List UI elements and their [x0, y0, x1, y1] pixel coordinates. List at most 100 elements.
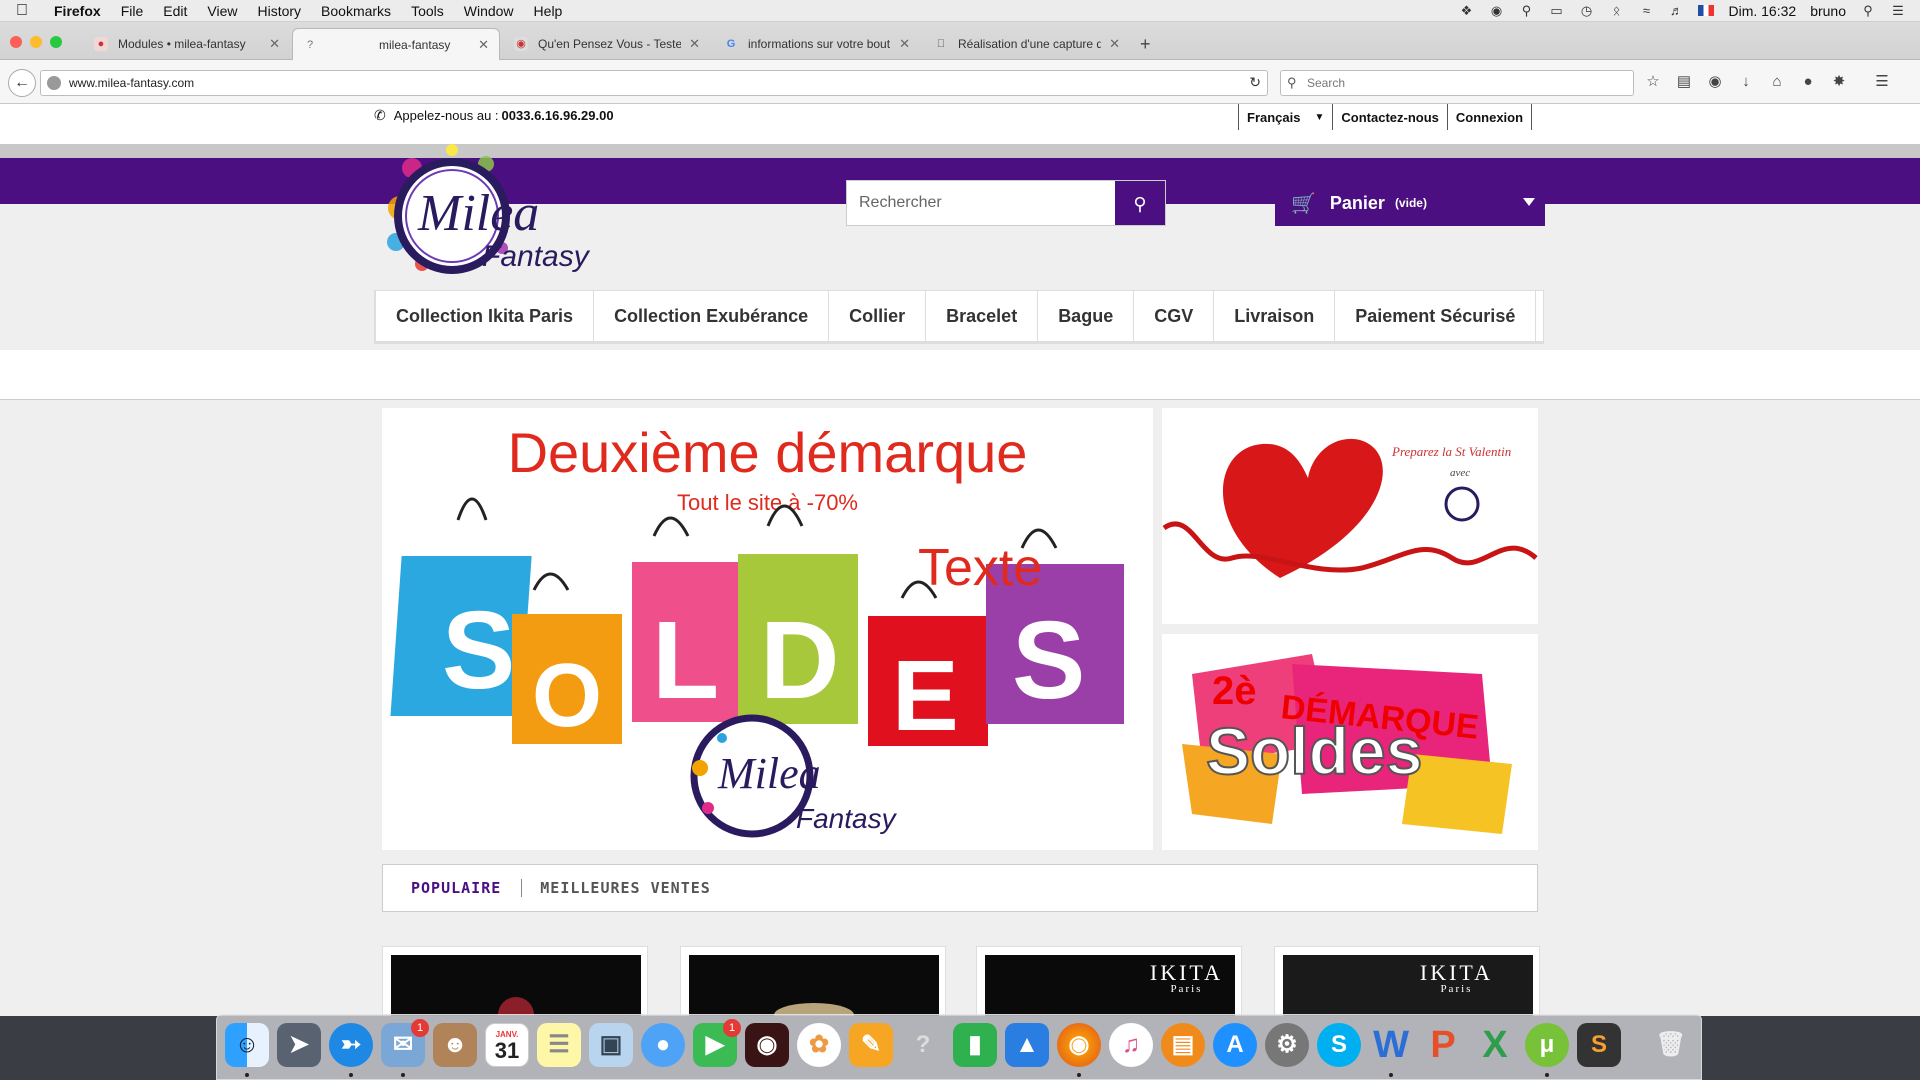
second-markdown-banner[interactable]: 2è DÉMARQUE Soldes [1162, 634, 1538, 850]
url-bar[interactable]: www.milea-fantasy.com ↻ [40, 70, 1268, 96]
menu-history[interactable]: History [247, 3, 311, 19]
pocket-icon[interactable]: ◉ [1706, 72, 1724, 92]
system-preferences-icon[interactable]: ⚙ [1265, 1023, 1309, 1067]
close-tab-icon[interactable]: ✕ [269, 36, 280, 52]
browser-search-input[interactable]: ⚲ Search [1280, 70, 1634, 96]
trash-icon[interactable]: 🗑 [1649, 1023, 1693, 1067]
menu-bookmarks[interactable]: Bookmarks [311, 3, 401, 19]
valentine-banner[interactable]: Preparez la St Valentin avec [1162, 408, 1538, 624]
language-selector[interactable]: Français ▼ [1238, 104, 1332, 130]
product-image[interactable]: IKITA Paris [985, 955, 1235, 1016]
tab-quen-pensez-vous[interactable]: ◉ Qu'en Pensez Vous - Teste... ✕ [504, 28, 710, 60]
firefox-icon[interactable]: ◉ [1057, 1023, 1101, 1067]
tab-modules[interactable]: ● Modules • milea-fantasy ✕ [84, 28, 290, 60]
spotlight-icon[interactable]: ⚲ [1860, 3, 1876, 18]
french-flag-icon[interactable] [1698, 5, 1715, 16]
launchpad-icon[interactable]: ➤ [277, 1023, 321, 1067]
new-tab-button[interactable]: + [1140, 34, 1151, 55]
menu-clock[interactable]: Dim. 16:32 [1728, 3, 1796, 19]
sublime-icon[interactable]: S [1577, 1023, 1621, 1067]
location-icon[interactable]: ⚲ [1518, 3, 1534, 18]
itunes-icon[interactable]: ♫ [1109, 1023, 1153, 1067]
numbers-icon[interactable]: ▮ [953, 1023, 997, 1067]
close-tab-icon[interactable]: ✕ [478, 37, 489, 53]
pages-icon[interactable]: ✎ [849, 1023, 893, 1067]
safari-icon[interactable]: ➳ [329, 1023, 373, 1067]
menu-file[interactable]: File [111, 3, 154, 19]
site-identity-icon[interactable] [47, 76, 61, 90]
product-image[interactable]: IKITA Paris [1283, 955, 1533, 1016]
menu-item-cgv[interactable]: CGV [1134, 291, 1215, 341]
login-link[interactable]: Connexion [1446, 104, 1533, 130]
menu-help[interactable]: Help [524, 3, 573, 19]
tab-populaire[interactable]: POPULAIRE [383, 879, 521, 897]
bookmark-star-icon[interactable]: ☆ [1644, 72, 1662, 92]
menu-item-livraison[interactable]: Livraison [1214, 291, 1336, 341]
powerpoint-icon[interactable]: P [1421, 1023, 1465, 1067]
utorrent-icon[interactable]: μ [1525, 1023, 1569, 1067]
tab-milea-fantasy[interactable]: ? milea-fantasy ✕ [292, 28, 500, 60]
menu-item-exuberance[interactable]: Collection Exubérance [594, 291, 830, 341]
reading-list-icon[interactable]: ▤ [1675, 72, 1693, 92]
time-machine-icon[interactable]: ◷ [1578, 3, 1594, 18]
tab-informations[interactable]: G informations sur votre bout... ✕ [714, 28, 920, 60]
menu-item-collier[interactable]: Collier [829, 291, 927, 341]
extension-icon[interactable]: ✸ [1830, 72, 1848, 92]
hamburger-menu-icon[interactable]: ☰ [1873, 72, 1891, 92]
contact-link[interactable]: Contactez-nous [1332, 104, 1447, 130]
menu-item-paiement[interactable]: Paiement Sécurisé [1335, 291, 1537, 341]
soldes-banner[interactable]: Deuxième démarque Tout le site à -70% S … [382, 408, 1153, 850]
menu-user[interactable]: bruno [1810, 3, 1846, 19]
menu-view[interactable]: View [197, 3, 247, 19]
site-logo[interactable]: Milea Fantasy [382, 138, 596, 278]
product-card[interactable]: IKITA Paris [976, 946, 1242, 1016]
help-icon[interactable]: ? [901, 1023, 945, 1067]
menu-app-name[interactable]: Firefox [44, 3, 111, 19]
calendar-icon[interactable]: 31 JANV. [485, 1023, 529, 1067]
menu-item-ikita-paris[interactable]: Collection Ikita Paris [375, 291, 595, 341]
ibooks-icon[interactable]: ▤ [1161, 1023, 1205, 1067]
product-image[interactable] [689, 955, 939, 1016]
preview-icon[interactable]: ▣ [589, 1023, 633, 1067]
back-button[interactable]: ← [8, 69, 36, 97]
contacts-icon[interactable]: ☻ [433, 1023, 477, 1067]
tab-realisation[interactable]:  Réalisation d'une capture d... ✕ [924, 28, 1130, 60]
notes-icon[interactable]: ☰ [537, 1023, 581, 1067]
appstore-icon[interactable]: A [1213, 1023, 1257, 1067]
site-search-button[interactable]: ⚲ [1115, 181, 1165, 225]
excel-icon[interactable]: X [1473, 1023, 1517, 1067]
chat-icon[interactable]: ● [1799, 72, 1817, 92]
close-tab-icon[interactable]: ✕ [689, 36, 700, 52]
volume-icon[interactable]: ♬ [1668, 3, 1684, 18]
word-icon[interactable]: W [1369, 1023, 1413, 1067]
bluetooth-icon[interactable]: ᛟ [1608, 3, 1624, 18]
wifi-icon[interactable]: ≈ [1638, 3, 1654, 18]
menu-item-bague[interactable]: Bague [1038, 291, 1135, 341]
menu-tools[interactable]: Tools [401, 3, 454, 19]
dropbox-icon[interactable]: ❖ [1458, 3, 1474, 18]
sync-icon[interactable]: ◉ [1488, 3, 1504, 18]
skype-icon[interactable]: S [1317, 1023, 1361, 1067]
zoom-window-button[interactable] [50, 36, 62, 48]
airplay-icon[interactable]: ▭ [1548, 3, 1564, 18]
home-icon[interactable]: ⌂ [1768, 72, 1786, 92]
product-card[interactable] [382, 946, 648, 1016]
close-tab-icon[interactable]: ✕ [1109, 36, 1120, 52]
menu-edit[interactable]: Edit [153, 3, 197, 19]
finder-icon[interactable]: ☺ [225, 1023, 269, 1067]
download-icon[interactable]: ↓ [1737, 72, 1755, 92]
product-card[interactable]: IKITA Paris [1274, 946, 1540, 1016]
reload-icon[interactable]: ↻ [1249, 74, 1261, 91]
site-search-input[interactable] [847, 181, 1115, 225]
apple-menu-icon[interactable]:  [0, 2, 44, 20]
photobooth-icon[interactable]: ◉ [745, 1023, 789, 1067]
close-window-button[interactable] [10, 36, 22, 48]
product-card[interactable] [680, 946, 946, 1016]
menu-window[interactable]: Window [454, 3, 524, 19]
menu-item-bracelet[interactable]: Bracelet [926, 291, 1039, 341]
product-image[interactable] [391, 955, 641, 1016]
messages-icon[interactable]: ● [641, 1023, 685, 1067]
keynote-icon[interactable]: ▲ [1005, 1023, 1049, 1067]
notification-center-icon[interactable]: ☰ [1890, 3, 1906, 18]
cart-button[interactable]: 🛒 Panier (vide) [1275, 180, 1545, 226]
